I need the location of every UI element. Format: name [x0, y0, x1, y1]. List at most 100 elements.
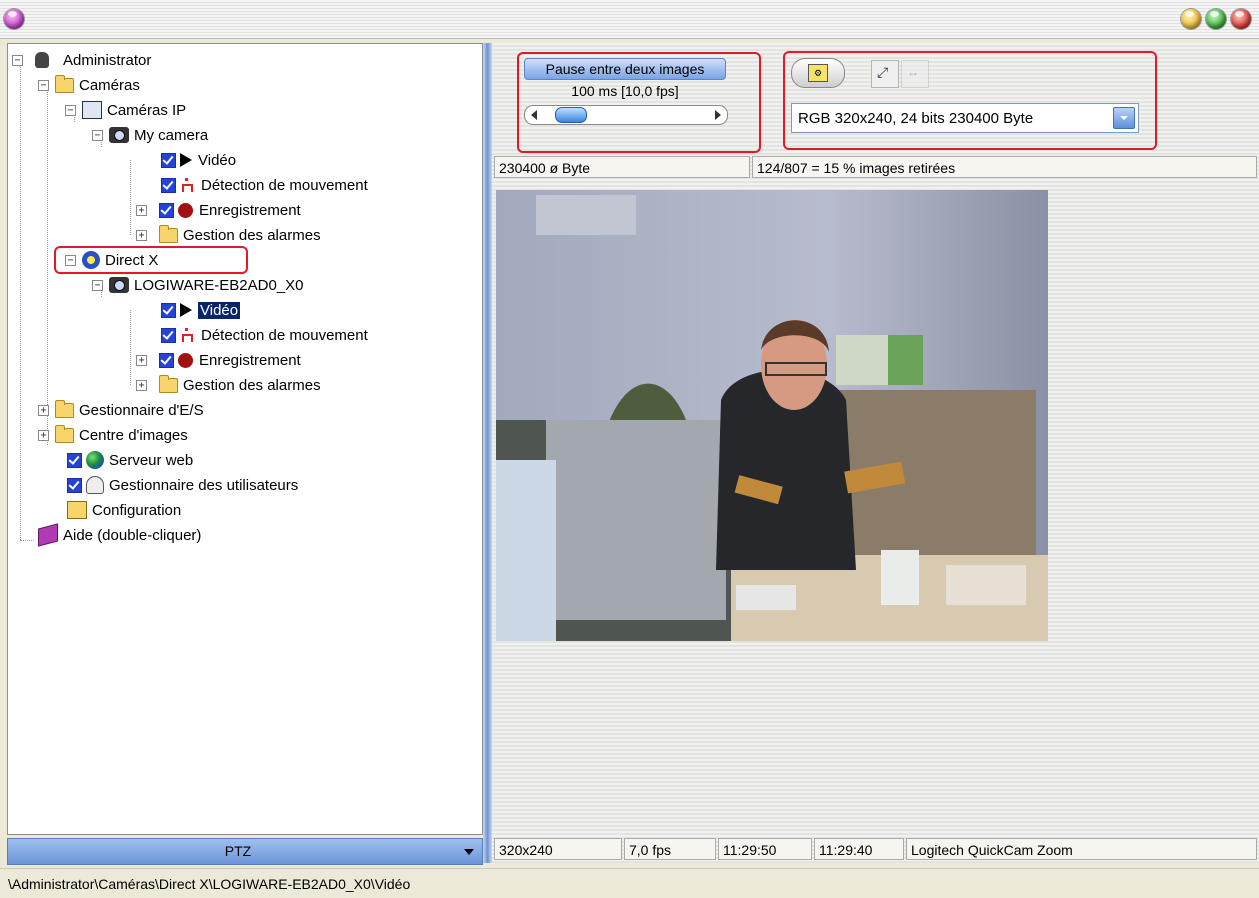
- motion-icon: [180, 177, 195, 193]
- tree-label: Caméras IP: [107, 101, 187, 119]
- motion-icon: [180, 327, 195, 343]
- tree-label: Administrator: [63, 51, 152, 69]
- tree-item-cameras[interactable]: − Caméras: [38, 74, 140, 96]
- chevron-down-icon: [464, 849, 474, 855]
- tree-item-administrator[interactable]: − Administrator: [12, 49, 151, 71]
- play-icon: [180, 303, 192, 317]
- tree-item-recording-2[interactable]: + Enregistrement: [136, 349, 301, 371]
- tree-label: Détection de mouvement: [201, 176, 368, 194]
- path-bar: \Administrator\Caméras\Direct X\LOGIWARE…: [0, 868, 1259, 898]
- collapse-icon[interactable]: −: [65, 104, 76, 116]
- tree-label-selected: Vidéo: [198, 301, 241, 319]
- users-icon: [86, 476, 104, 494]
- configuration-icon: [67, 501, 87, 519]
- globe-icon: [86, 451, 104, 469]
- tree-item-image-center[interactable]: + Centre d'images: [38, 424, 188, 446]
- tree-label: Enregistrement: [199, 351, 301, 369]
- format-highlight: [783, 51, 1157, 150]
- tree-label: Enregistrement: [199, 201, 301, 219]
- status-time-2: 11:29:40: [814, 838, 904, 860]
- tree-label: Gestion des alarmes: [183, 376, 321, 394]
- tree-label: Configuration: [92, 501, 182, 519]
- camera-icon: [109, 127, 129, 143]
- tree-item-user-manager[interactable]: Gestionnaire des utilisateurs: [67, 474, 298, 496]
- tree-item-video-selected[interactable]: Vidéo: [161, 299, 241, 321]
- tree-item-device[interactable]: − LOGIWARE-EB2AD0_X0: [92, 274, 304, 296]
- ptz-dropdown[interactable]: PTZ: [7, 838, 483, 865]
- tree-item-ip-cameras[interactable]: − Caméras IP: [65, 99, 186, 121]
- title-bar: [0, 0, 1259, 39]
- expand-icon[interactable]: +: [136, 229, 147, 241]
- tree-label: Détection de mouvement: [201, 326, 368, 344]
- record-icon: [178, 352, 193, 368]
- tree-item-recording[interactable]: + Enregistrement: [136, 199, 301, 221]
- checkbox-checked-icon[interactable]: [161, 327, 176, 343]
- camera-icon: [109, 277, 129, 293]
- window-menu-button[interactable]: [4, 9, 24, 29]
- tree-item-alarms-2[interactable]: + Gestion des alarmes: [136, 374, 321, 396]
- navigation-tree: − Administrator − Caméras − Caméras IP −…: [8, 44, 482, 834]
- tree-label: Gestionnaire d'E/S: [79, 401, 204, 419]
- tree-item-configuration[interactable]: Configuration: [67, 499, 181, 521]
- checkbox-checked-icon[interactable]: [161, 152, 176, 168]
- tree-label: Centre d'images: [79, 426, 188, 444]
- minimize-button[interactable]: [1181, 9, 1201, 29]
- tree-label: LOGIWARE-EB2AD0_X0: [134, 276, 304, 294]
- folder-icon: [159, 374, 178, 393]
- maximize-button[interactable]: [1206, 9, 1226, 29]
- checkbox-checked-icon[interactable]: [67, 452, 82, 468]
- checkbox-checked-icon[interactable]: [67, 477, 82, 493]
- status-fps: 7,0 fps: [624, 838, 716, 860]
- play-icon: [180, 153, 192, 167]
- tree-label: Aide (double-cliquer): [63, 526, 202, 544]
- folder-icon: [159, 224, 178, 243]
- tree-label: Serveur web: [109, 451, 194, 469]
- video-panel: Pause entre deux images 100 ms [10,0 fps…: [492, 43, 1259, 863]
- tree-item-io-manager[interactable]: + Gestionnaire d'E/S: [38, 399, 204, 421]
- folder-icon: [55, 424, 74, 443]
- status-device: Logitech QuickCam Zoom: [906, 838, 1257, 860]
- tree-item-my-camera[interactable]: − My camera: [92, 124, 208, 146]
- checkbox-checked-icon[interactable]: [161, 177, 176, 193]
- video-image: [496, 190, 1048, 641]
- current-path: \Administrator\Caméras\Direct X\LOGIWARE…: [8, 876, 411, 892]
- expand-icon[interactable]: +: [136, 354, 147, 366]
- folder-open-icon: [55, 74, 74, 93]
- checkbox-checked-icon[interactable]: [159, 202, 174, 218]
- tree-item-web-server[interactable]: Serveur web: [67, 449, 193, 471]
- expand-icon[interactable]: +: [136, 379, 147, 391]
- expand-icon[interactable]: +: [38, 404, 49, 416]
- tree-item-motion-detection-2[interactable]: Détection de mouvement: [161, 324, 368, 346]
- collapse-icon[interactable]: −: [12, 54, 23, 66]
- checkbox-checked-icon[interactable]: [159, 352, 174, 368]
- tree-panel: − Administrator − Caméras − Caméras IP −…: [7, 43, 483, 835]
- expand-icon[interactable]: +: [136, 204, 147, 216]
- tree-item-alarms[interactable]: + Gestion des alarmes: [136, 224, 321, 246]
- tree-item-motion-detection[interactable]: Détection de mouvement: [161, 174, 368, 196]
- ptz-label: PTZ: [224, 843, 252, 859]
- checkbox-checked-icon[interactable]: [161, 302, 176, 318]
- admin-icon: [35, 52, 49, 68]
- tree-label: My camera: [134, 126, 209, 144]
- video-frame: [496, 190, 1048, 641]
- panel-splitter[interactable]: [483, 43, 492, 863]
- help-book-icon: [38, 523, 58, 547]
- tree-label: Vidéo: [198, 151, 237, 169]
- info-bar: 230400 ø Byte 124/807 = 15 % images reti…: [492, 156, 1259, 180]
- tree-label: Gestion des alarmes: [183, 226, 321, 244]
- status-time-1: 11:29:50: [718, 838, 812, 860]
- tree-item-video[interactable]: Vidéo: [161, 149, 236, 171]
- collapse-icon[interactable]: −: [38, 79, 49, 91]
- folder-icon: [55, 399, 74, 418]
- pause-highlight: [517, 52, 761, 153]
- collapse-icon[interactable]: −: [92, 129, 103, 141]
- directx-highlight: [54, 246, 248, 274]
- expand-icon[interactable]: +: [38, 429, 49, 441]
- record-icon: [178, 202, 193, 218]
- ip-camera-icon: [82, 101, 102, 119]
- dropped-info: 124/807 = 15 % images retirées: [752, 156, 1257, 178]
- collapse-icon[interactable]: −: [92, 279, 103, 291]
- bytes-info: 230400 ø Byte: [494, 156, 750, 178]
- close-button[interactable]: [1231, 9, 1251, 29]
- tree-item-help[interactable]: Aide (double-cliquer): [38, 523, 202, 547]
